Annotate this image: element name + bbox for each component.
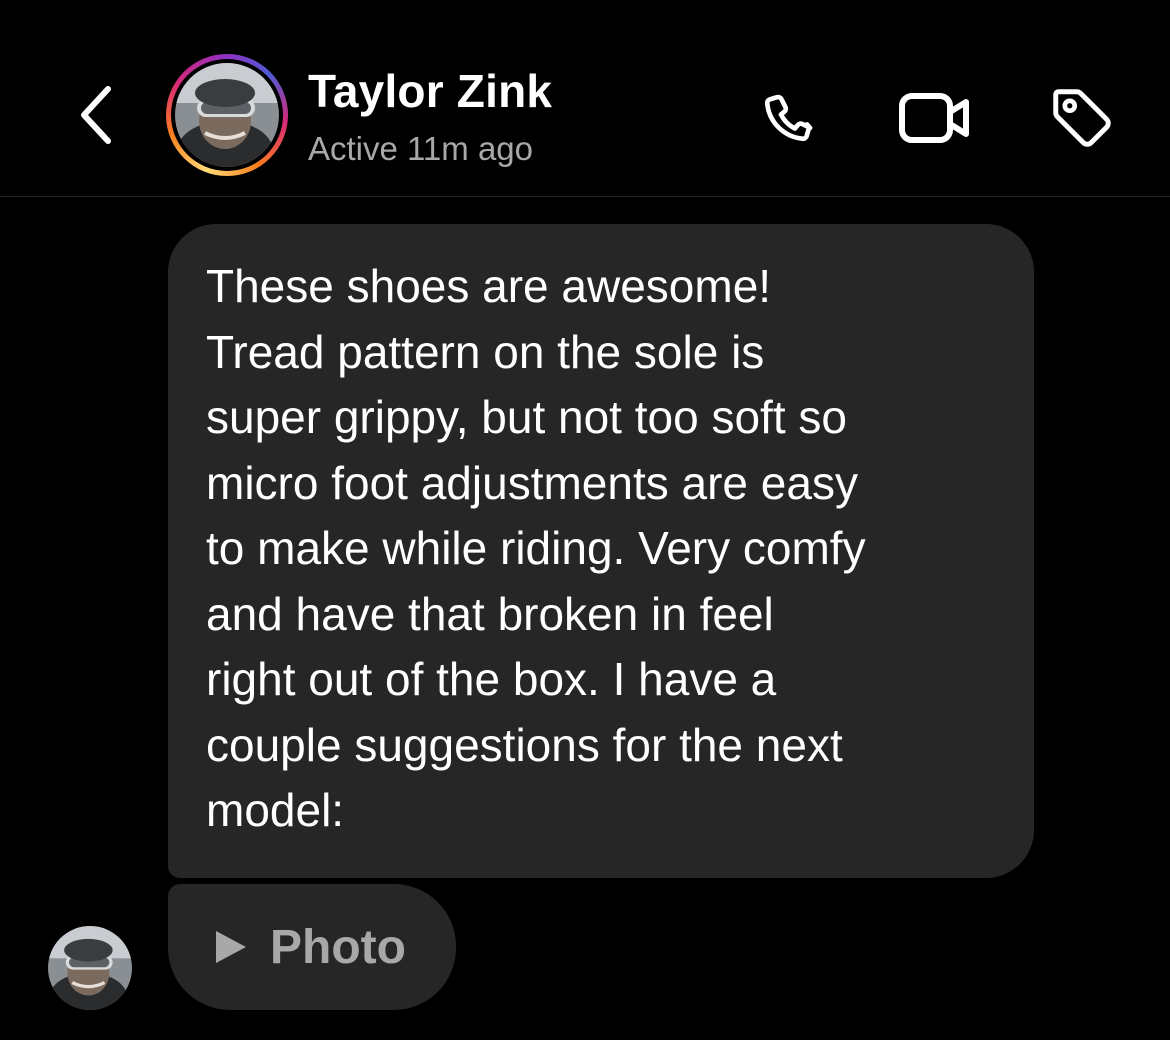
contact-name[interactable]: Taylor Zink bbox=[308, 64, 552, 118]
audio-call-button[interactable] bbox=[750, 78, 830, 158]
sender-avatar[interactable] bbox=[48, 926, 132, 1010]
avatar-photo bbox=[175, 63, 279, 167]
active-status: Active 11m ago bbox=[308, 130, 534, 167]
video-camera-icon bbox=[899, 93, 969, 143]
chevron-left-icon bbox=[81, 86, 111, 144]
video-call-button[interactable] bbox=[896, 78, 976, 158]
message-text: These shoes are awesome! Tread pattern o… bbox=[206, 260, 866, 836]
tag-icon bbox=[1053, 89, 1111, 147]
profile-avatar[interactable] bbox=[166, 54, 288, 176]
phone-icon bbox=[764, 94, 813, 142]
tag-button[interactable] bbox=[1042, 78, 1122, 158]
photo-attachment-bubble[interactable]: Photo bbox=[168, 884, 456, 1010]
photo-label: Photo bbox=[270, 920, 406, 974]
back-button[interactable] bbox=[68, 80, 124, 150]
play-icon bbox=[216, 931, 246, 963]
message-bubble[interactable]: These shoes are awesome! Tread pattern o… bbox=[168, 224, 1034, 878]
chat-header: Taylor Zink Active 11m ago bbox=[0, 0, 1170, 197]
